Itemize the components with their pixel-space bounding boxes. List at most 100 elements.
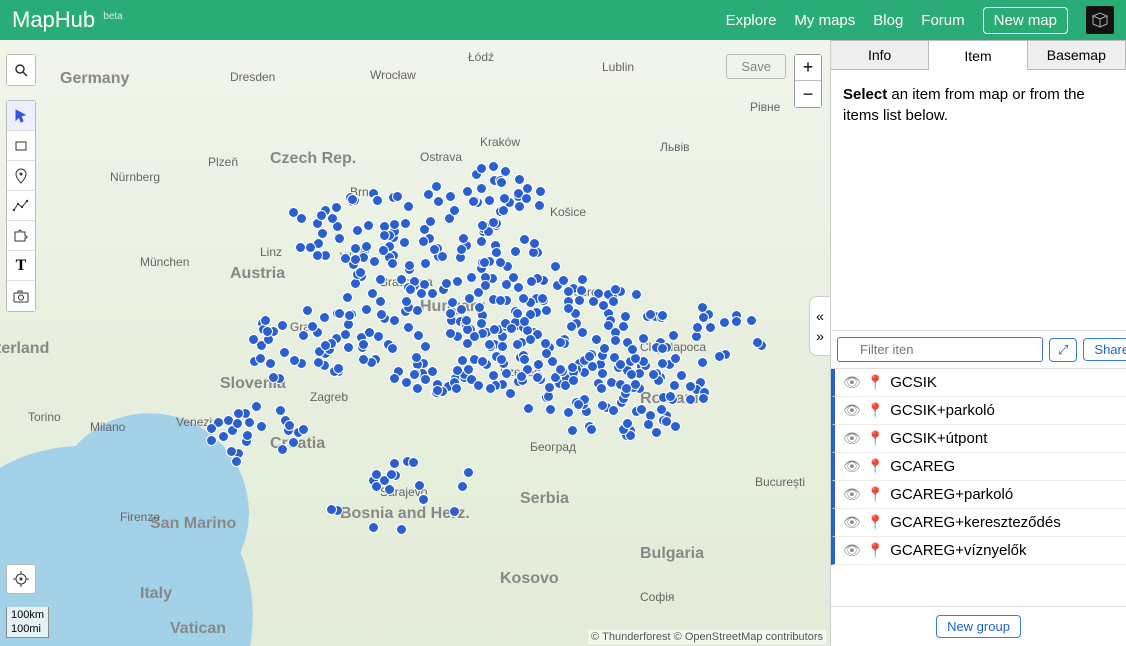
- list-item[interactable]: 👁📍GCAREG+parkoló: [831, 481, 1126, 509]
- map-marker[interactable]: [461, 315, 472, 326]
- map-marker[interactable]: [452, 365, 463, 376]
- eye-icon[interactable]: 👁: [843, 402, 861, 419]
- map-marker[interactable]: [319, 312, 330, 323]
- map-marker[interactable]: [519, 354, 530, 365]
- save-button[interactable]: Save: [726, 54, 786, 79]
- nav-forum[interactable]: Forum: [921, 12, 964, 29]
- map-marker[interactable]: [525, 334, 536, 345]
- tab-item[interactable]: Item: [929, 40, 1027, 70]
- select-tool[interactable]: [7, 101, 35, 131]
- map-marker[interactable]: [464, 293, 475, 304]
- nav-explore[interactable]: Explore: [726, 12, 777, 29]
- map-marker[interactable]: [533, 359, 544, 370]
- map-marker[interactable]: [501, 279, 512, 290]
- map-marker[interactable]: [668, 330, 679, 341]
- map-marker[interactable]: [445, 308, 456, 319]
- map-marker[interactable]: [495, 257, 506, 268]
- map-marker[interactable]: [657, 343, 668, 354]
- map-marker[interactable]: [411, 352, 422, 363]
- list-item[interactable]: 👁📍GCSIK+útpont: [831, 425, 1126, 453]
- map-marker[interactable]: [719, 317, 730, 328]
- avatar[interactable]: [1086, 6, 1114, 34]
- map-marker[interactable]: [555, 364, 566, 375]
- text-tool[interactable]: T: [7, 251, 35, 281]
- map-marker[interactable]: [499, 193, 510, 204]
- eye-icon[interactable]: 👁: [843, 374, 861, 391]
- map-marker[interactable]: [447, 297, 458, 308]
- map-marker[interactable]: [563, 303, 574, 314]
- map-marker[interactable]: [358, 339, 369, 350]
- map-marker[interactable]: [669, 380, 680, 391]
- map-marker[interactable]: [489, 324, 500, 335]
- map-marker[interactable]: [603, 320, 614, 331]
- search-button[interactable]: [7, 55, 35, 85]
- map-marker[interactable]: [631, 289, 642, 300]
- list-item[interactable]: 👁📍GCAREG+kereszteződés: [831, 509, 1126, 537]
- eye-icon[interactable]: 👁: [843, 430, 861, 447]
- map-marker[interactable]: [670, 353, 681, 364]
- map-marker[interactable]: [568, 375, 579, 386]
- map-marker[interactable]: [457, 481, 468, 492]
- map-marker[interactable]: [288, 437, 299, 448]
- map-marker[interactable]: [597, 400, 608, 411]
- tab-basemap[interactable]: Basemap: [1028, 40, 1126, 70]
- polygon-tool[interactable]: [7, 221, 35, 251]
- map-marker[interactable]: [327, 213, 338, 224]
- eye-icon[interactable]: 👁: [843, 458, 861, 475]
- map-marker[interactable]: [488, 370, 499, 381]
- map-marker[interactable]: [371, 481, 382, 492]
- map-marker[interactable]: [403, 201, 414, 212]
- map-marker[interactable]: [476, 236, 487, 247]
- map-marker[interactable]: [363, 220, 374, 231]
- map-marker[interactable]: [456, 244, 467, 255]
- nav-mymaps[interactable]: My maps: [794, 12, 855, 29]
- map-marker[interactable]: [610, 284, 621, 295]
- map-marker[interactable]: [591, 334, 602, 345]
- map-marker[interactable]: [433, 196, 444, 207]
- map-marker[interactable]: [697, 302, 708, 313]
- map-marker[interactable]: [512, 339, 523, 350]
- map-marker[interactable]: [657, 358, 668, 369]
- map-marker[interactable]: [352, 225, 363, 236]
- map-marker[interactable]: [343, 342, 354, 353]
- map-marker[interactable]: [577, 327, 588, 338]
- map-marker[interactable]: [408, 457, 419, 468]
- map-marker[interactable]: [638, 333, 649, 344]
- items-list[interactable]: 👁📍GCSIK👁📍GCSIK+parkoló👁📍GCSIK+útpont👁📍GC…: [831, 369, 1126, 606]
- map-marker[interactable]: [445, 328, 456, 339]
- filter-input[interactable]: [837, 337, 1043, 362]
- map-canvas[interactable]: GermanyCzech Rep.AustriaHungarySloveniaC…: [0, 40, 830, 646]
- logo[interactable]: MapHub beta: [12, 7, 123, 33]
- map-marker[interactable]: [307, 321, 318, 332]
- list-item[interactable]: 👁📍GCSIK: [831, 369, 1126, 397]
- map-marker[interactable]: [648, 369, 659, 380]
- map-marker[interactable]: [302, 305, 313, 316]
- map-marker[interactable]: [400, 218, 411, 229]
- map-marker[interactable]: [584, 351, 595, 362]
- expand-button[interactable]: ⤢: [1049, 338, 1077, 362]
- map-marker[interactable]: [587, 361, 598, 372]
- map-marker[interactable]: [368, 522, 379, 533]
- map-marker[interactable]: [468, 196, 479, 207]
- map-marker[interactable]: [361, 304, 372, 315]
- map-marker[interactable]: [384, 484, 395, 495]
- eye-icon[interactable]: 👁: [843, 486, 861, 503]
- list-item[interactable]: 👁📍GCAREG: [831, 453, 1126, 481]
- map-marker[interactable]: [206, 435, 217, 446]
- map-marker[interactable]: [495, 295, 506, 306]
- map-marker[interactable]: [513, 282, 524, 293]
- share-button[interactable]: Share: [1083, 338, 1126, 361]
- nav-blog[interactable]: Blog: [873, 12, 903, 29]
- map-marker[interactable]: [523, 403, 534, 414]
- map-marker[interactable]: [449, 506, 460, 517]
- map-marker[interactable]: [268, 372, 279, 383]
- map-marker[interactable]: [698, 312, 709, 323]
- image-tool[interactable]: [7, 281, 35, 311]
- line-tool[interactable]: [7, 191, 35, 221]
- map-marker[interactable]: [599, 343, 610, 354]
- rectangle-tool[interactable]: [7, 131, 35, 161]
- map-marker[interactable]: [342, 292, 353, 303]
- eye-icon[interactable]: 👁: [843, 514, 861, 531]
- map-marker[interactable]: [265, 358, 276, 369]
- map-marker[interactable]: [479, 257, 490, 268]
